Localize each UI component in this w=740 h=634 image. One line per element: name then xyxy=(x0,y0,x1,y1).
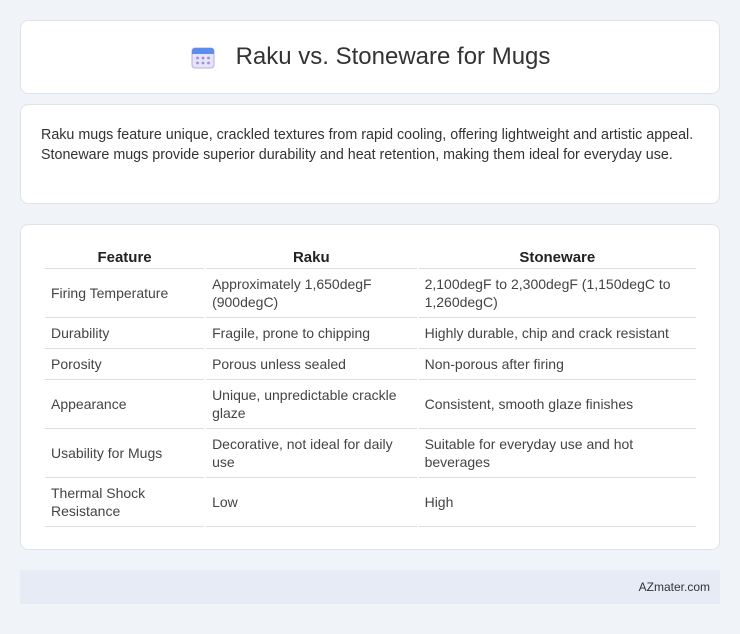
raku-cell: Approximately 1,650degF (900degC) xyxy=(206,269,417,318)
stoneware-cell: Consistent, smooth glaze finishes xyxy=(418,380,696,429)
stoneware-cell: Highly durable, chip and crack resistant xyxy=(418,318,696,349)
stoneware-cell: 2,100degF to 2,300degF (1,150degC to 1,2… xyxy=(418,269,696,318)
header-raku: Raku xyxy=(206,245,417,269)
table-row: Usability for Mugs Decorative, not ideal… xyxy=(45,429,696,478)
title-card: Raku vs. Stoneware for Mugs xyxy=(20,20,720,94)
feature-cell: Firing Temperature xyxy=(45,269,205,318)
page-title: Raku vs. Stoneware for Mugs xyxy=(235,43,551,70)
feature-cell: Usability for Mugs xyxy=(45,429,205,478)
table-row: Firing Temperature Approximately 1,650de… xyxy=(45,269,696,318)
table-header-row: Feature Raku Stoneware xyxy=(45,245,696,269)
calendar-icon xyxy=(190,44,216,70)
feature-cell: Durability xyxy=(45,318,205,349)
raku-cell: Decorative, not ideal for daily use xyxy=(206,429,417,478)
table-row: Thermal Shock Resistance Low High xyxy=(45,478,696,527)
feature-cell: Porosity xyxy=(45,349,205,380)
footer-source: AZmater.com xyxy=(638,580,710,594)
table-row: Appearance Unique, unpredictable crackle… xyxy=(45,380,696,429)
table-row: Porosity Porous unless sealed Non-porous… xyxy=(45,349,696,380)
footer: AZmater.com xyxy=(20,570,720,604)
stoneware-cell: High xyxy=(418,478,696,527)
header-stoneware: Stoneware xyxy=(418,245,696,269)
raku-cell: Porous unless sealed xyxy=(206,349,417,380)
feature-cell: Thermal Shock Resistance xyxy=(45,478,205,527)
stoneware-cell: Suitable for everyday use and hot bevera… xyxy=(418,429,696,478)
header-feature: Feature xyxy=(45,245,205,269)
stoneware-cell: Non-porous after firing xyxy=(418,349,696,380)
intro-text: Raku mugs feature unique, crackled textu… xyxy=(41,127,694,163)
raku-cell: Unique, unpredictable crackle glaze xyxy=(206,380,417,429)
comparison-table: Feature Raku Stoneware Firing Temperatur… xyxy=(43,245,698,527)
table-row: Durability Fragile, prone to chipping Hi… xyxy=(45,318,696,349)
comparison-table-card: Feature Raku Stoneware Firing Temperatur… xyxy=(20,224,720,550)
raku-cell: Low xyxy=(206,478,417,527)
raku-cell: Fragile, prone to chipping xyxy=(206,318,417,349)
intro-card: Raku mugs feature unique, crackled textu… xyxy=(20,104,720,204)
feature-cell: Appearance xyxy=(45,380,205,429)
